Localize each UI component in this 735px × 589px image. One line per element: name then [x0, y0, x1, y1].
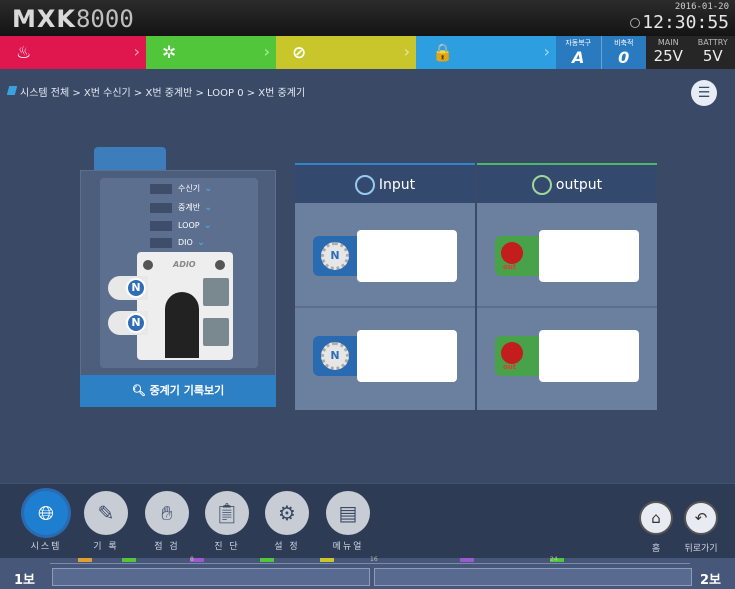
bell-out-icon: out: [495, 236, 539, 276]
output-2-value: [539, 330, 639, 382]
chevron-down-icon: ⌄: [196, 237, 206, 248]
receiver-dropdown[interactable]: 수신기 ⌄: [150, 183, 212, 195]
loop-dropdown[interactable]: LOOP ⌄: [150, 220, 212, 232]
timeline-bar: 8 16 24 1보 2보: [0, 556, 735, 589]
alarm-level-2[interactable]: 2보: [700, 569, 721, 588]
chevron-down-icon: ⌄: [203, 220, 212, 231]
input-column: Input N N: [295, 163, 475, 410]
title-bar: MXK8000 2016-01-20 12:30:55: [0, 0, 735, 36]
back-arrow-icon: ↶: [684, 501, 718, 535]
input-n-icon: N: [313, 236, 357, 276]
input-1[interactable]: N: [313, 230, 457, 282]
auto-restore-indicator[interactable]: 자동복구 A: [556, 36, 601, 69]
chevron-right-icon: ›: [133, 42, 140, 61]
breadcrumb-bar: 시스템 전체 > X번 수신기 > X번 중계반 > LOOP 0 > X번 중…: [0, 80, 735, 106]
input-badge-1: N: [108, 276, 148, 300]
nav-manual[interactable]: ▤ 메뉴얼: [322, 491, 374, 552]
input-2[interactable]: N: [313, 330, 457, 382]
prohibit-icon: ⊘: [292, 42, 307, 63]
input-n-icon: N: [313, 336, 357, 376]
pencil-icon: ✎: [84, 491, 128, 535]
input-icon: [354, 175, 375, 195]
clock: 2016-01-20 12:30:55: [630, 2, 729, 33]
list-icon: ☰: [697, 85, 711, 101]
chevron-right-icon: ›: [263, 42, 270, 61]
main-power: MAIN 25V: [653, 38, 683, 65]
level-1-field[interactable]: [52, 568, 370, 586]
trouble-status[interactable]: ⊘ ›: [276, 36, 416, 69]
gear-icon: ⚙: [265, 491, 309, 535]
chevron-down-icon: ⌄: [204, 183, 213, 194]
nav-inspection[interactable]: ✋︎ 점 검: [141, 491, 193, 552]
battery-power: BATTRY 5V: [697, 38, 728, 65]
security-status[interactable]: 🔒 ›: [416, 36, 556, 69]
alarm-level-1[interactable]: 1보: [14, 569, 35, 588]
fire-icon: ♨: [16, 42, 32, 63]
chevron-down-icon: ⌄: [204, 202, 213, 213]
chevron-right-icon: ›: [403, 42, 410, 61]
accumulate-indicator[interactable]: 비축적 0: [600, 36, 647, 69]
relay-panel-dropdown[interactable]: 중계반 ⌄: [150, 202, 212, 214]
output-2[interactable]: out: [495, 330, 639, 382]
nav-settings[interactable]: ⚙ 설 정: [261, 491, 313, 552]
clipboard-icon: 📋︎: [205, 491, 249, 535]
output-column: output out out: [477, 163, 657, 410]
bell-out-icon: out: [495, 336, 539, 376]
chevron-right-icon: ›: [543, 42, 550, 61]
output-1[interactable]: out: [495, 230, 639, 282]
dio-dropdown[interactable]: DIO ⌄: [150, 237, 205, 249]
input-badge-2: N: [108, 311, 148, 335]
gear-icon: ✲: [162, 42, 177, 63]
status-strip: ♨ › ✲ › ⊘ › 🔒 › 자동복구 A 비축적 0 MAIN 25V BA…: [0, 36, 735, 69]
home-icon: ⌂: [639, 501, 673, 535]
document-icon: ▤: [326, 491, 370, 535]
supervisory-status[interactable]: ✲ ›: [146, 36, 276, 69]
mode-counters: 자동복구 A 비축적 0: [556, 36, 646, 69]
relay-history-button[interactable]: 🔍︎ 중계기 기록보기: [80, 375, 276, 407]
breadcrumb-marker-icon: [6, 86, 18, 95]
globe-icon: 🌐︎: [24, 491, 68, 535]
adio-device-image: ADIO: [137, 252, 233, 360]
list-menu-button[interactable]: ☰: [691, 80, 717, 106]
fire-status[interactable]: ♨ ›: [0, 36, 146, 69]
back-button[interactable]: ↶ 뒤로가기: [681, 501, 721, 554]
hand-icon: ✋︎: [145, 491, 189, 535]
breadcrumb[interactable]: 시스템 전체 > X번 수신기 > X번 중계반 > LOOP 0 > X번 중…: [20, 84, 305, 99]
nav-records[interactable]: ✎ 기 록: [80, 491, 132, 552]
app-logo: MXK8000: [12, 5, 134, 33]
output-header: output: [477, 163, 657, 203]
input-1-value: [357, 230, 457, 282]
nav-diagnosis[interactable]: 📋︎ 진 단: [201, 491, 253, 552]
alarm-icon: [630, 18, 641, 28]
home-button[interactable]: ⌂ 홈: [636, 501, 676, 554]
level-2-field[interactable]: [374, 568, 692, 586]
nav-system[interactable]: 🌐︎ 시스템: [20, 491, 72, 552]
output-1-value: [539, 230, 639, 282]
input-header: Input: [295, 163, 475, 203]
search-icon: 🔍︎: [131, 384, 150, 397]
lock-icon: 🔒: [432, 42, 454, 63]
date-display: 2016-01-20: [674, 2, 729, 12]
time-display: 12:30:55: [642, 12, 729, 33]
io-panel: Input N N output out out: [295, 163, 657, 410]
timeline-ticks: 8 16 24: [50, 556, 690, 564]
input-2-value: [357, 330, 457, 382]
output-icon: [531, 175, 552, 195]
power-status: MAIN 25V BATTRY 5V: [646, 36, 735, 69]
